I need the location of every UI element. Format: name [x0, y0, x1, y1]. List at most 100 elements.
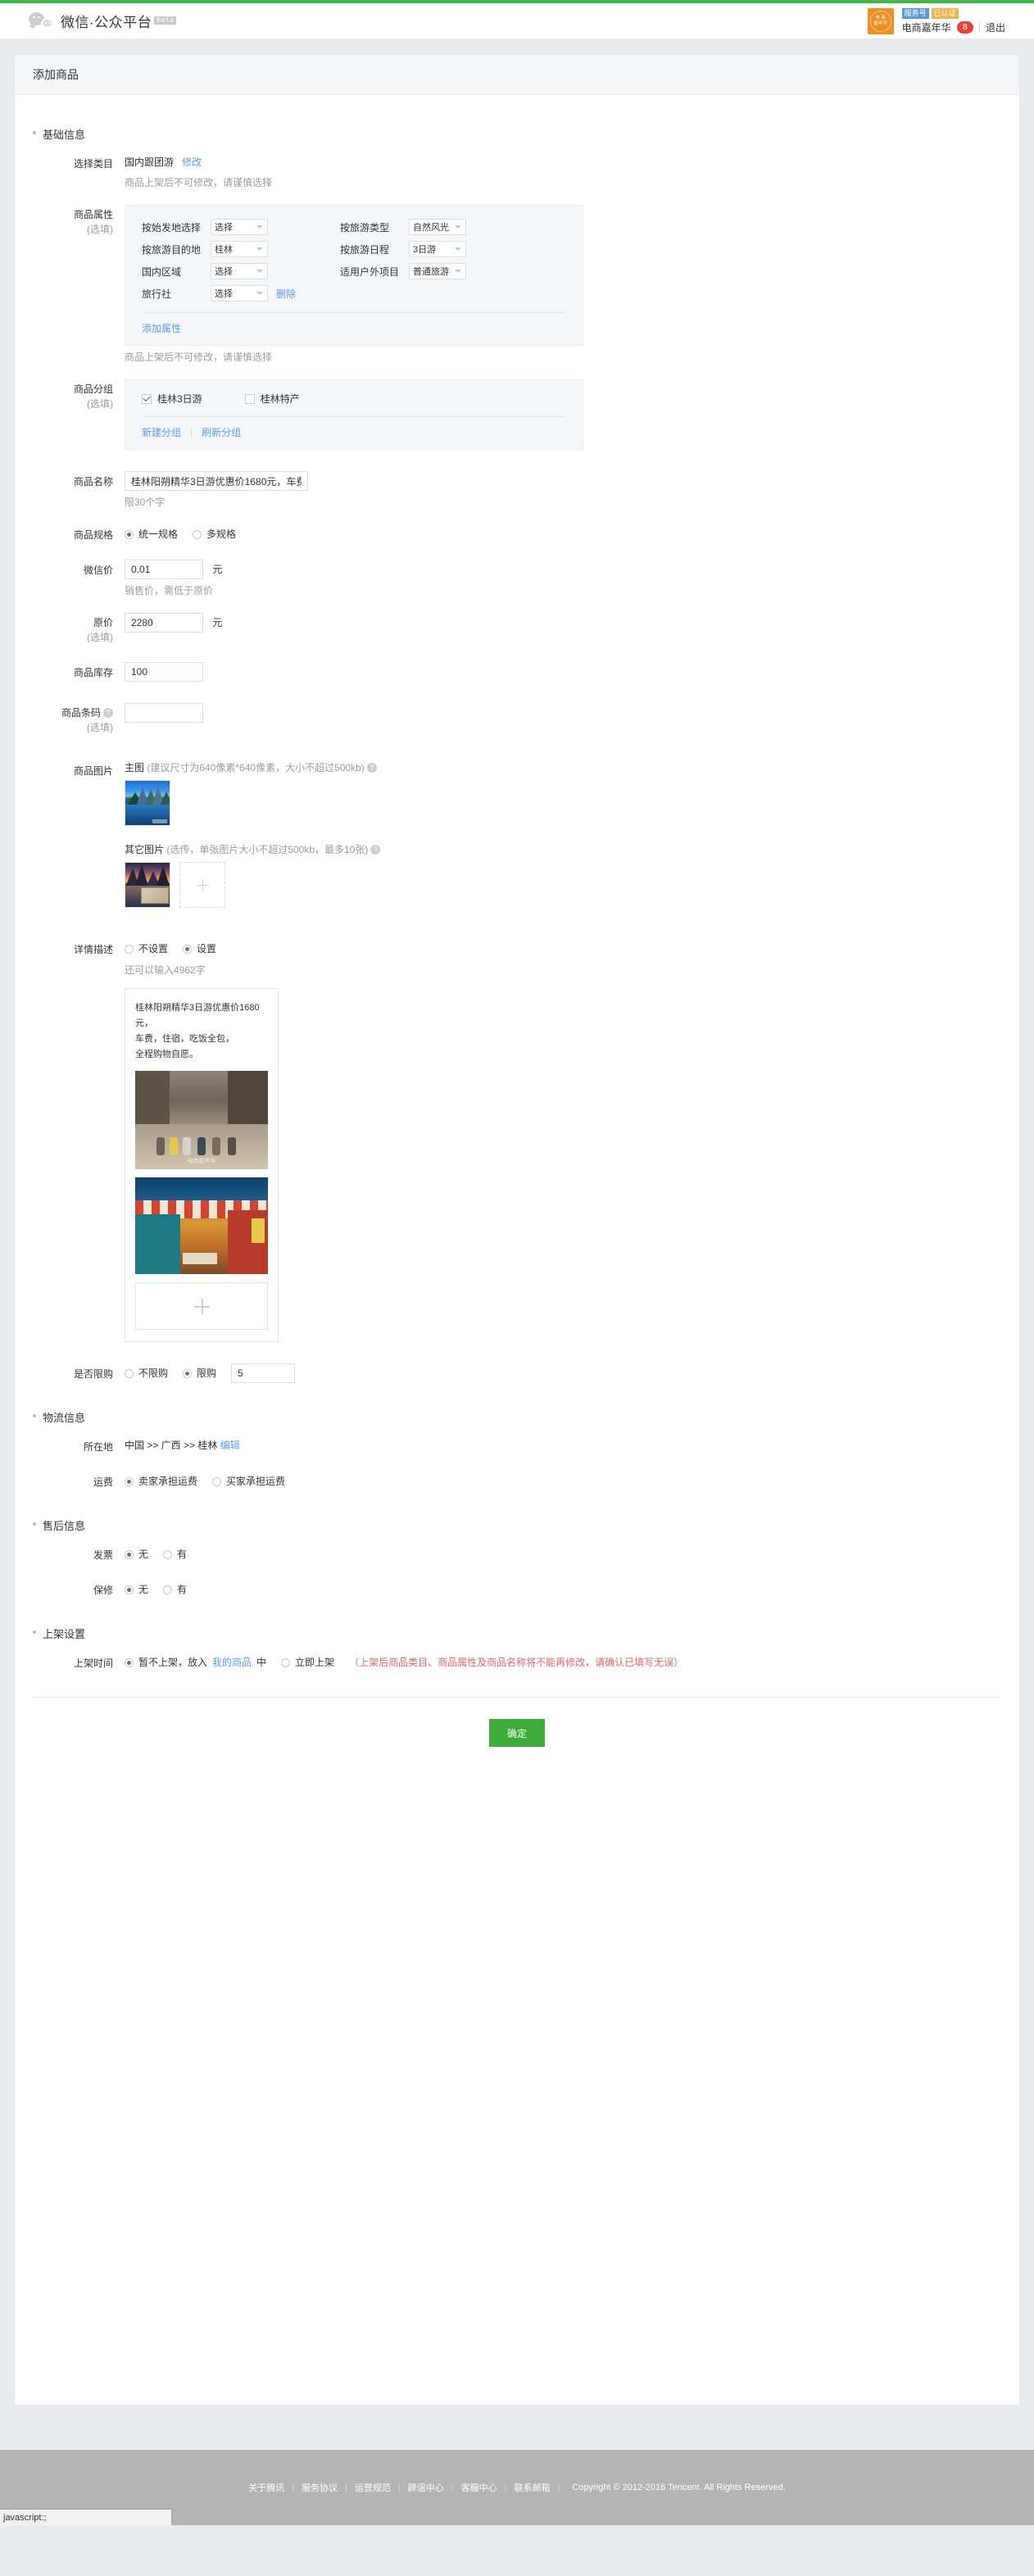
logout-button[interactable]: 退出 [986, 20, 1005, 34]
shipping-radio-seller[interactable]: 卖家承担运费 [125, 1472, 197, 1491]
detail-image-night-market[interactable] [135, 1177, 268, 1274]
group-checkbox-guilin-specialty[interactable]: 桂林特产 [244, 392, 300, 406]
detail-add-image-button[interactable] [135, 1282, 268, 1330]
attribute-select[interactable]: 选择 [211, 285, 268, 302]
field-listing-time: 暂不上架，放入 我的商品中 立即上架 （上架后商品类目、商品属性及商品名称将不能再… [125, 1653, 1001, 1674]
row-detail-description: 详情描述 不设置 设置 还可以输入4962字 桂林阳朔精华3日游优惠价1680元… [33, 939, 1001, 1342]
location-value: 中国 >> 广西 >> 桂林 [125, 1440, 218, 1451]
attributes-hint: 商品上架后不可修改，请谨慎选择 [125, 351, 273, 363]
message-count-badge[interactable]: 8 [956, 20, 973, 34]
radio-icon[interactable] [193, 529, 202, 539]
radio-icon[interactable] [183, 944, 193, 954]
invoice-radio-none[interactable]: 无 [125, 1544, 148, 1564]
radio-icon[interactable] [125, 1585, 134, 1594]
footer-link-rumor-center[interactable]: 辟谣中心 [408, 2481, 444, 2494]
footer-link-rules[interactable]: 运营规范 [355, 2481, 391, 2494]
location-edit-link[interactable]: 编辑 [220, 1440, 240, 1451]
checkbox-icon[interactable] [142, 393, 152, 404]
footer-link-agreement[interactable]: 服务协议 [302, 2481, 338, 2494]
radio-icon[interactable] [125, 529, 134, 539]
attribute-delete-link[interactable]: 删除 [276, 287, 296, 301]
radio-icon[interactable] [125, 1368, 134, 1378]
footer-link-support[interactable]: 客服中心 [461, 2481, 497, 2494]
radio-icon[interactable] [212, 1476, 222, 1486]
site-header: 微信·公众平台 Beta 电 商嘉年华 服务号 已认证 电商嘉年华 8 退出 [0, 3, 1034, 39]
add-attribute-link[interactable]: 添加属性 [142, 323, 181, 334]
help-icon[interactable]: ? [370, 845, 381, 855]
radio-icon[interactable] [163, 1585, 173, 1594]
help-icon[interactable]: ? [103, 708, 113, 718]
label-barcode-text: 商品条码 [61, 707, 101, 719]
warranty-radio-yes[interactable]: 有 [163, 1580, 187, 1599]
warranty-radio-group: 无 有 [125, 1580, 1001, 1599]
detail-radio-off[interactable]: 不设置 [125, 939, 168, 959]
attribute-select[interactable]: 选择 [211, 263, 268, 279]
listing-later-pre: 暂不上架，放入 [138, 1657, 208, 1668]
group-checkbox-guilin3day[interactable]: 桂林3日游 [142, 392, 202, 406]
account-avatar[interactable]: 电 商嘉年华 [867, 7, 894, 34]
field-wechat-price: 元 销售价，需低于原价 [125, 560, 1001, 599]
label-shipping: 运费 [93, 1476, 113, 1488]
radio-icon[interactable] [125, 1476, 134, 1486]
main-image-thumbnail[interactable] [125, 780, 170, 826]
attribute-name: 旅行社 [142, 288, 172, 300]
original-price-input[interactable] [125, 613, 203, 633]
stock-input[interactable] [125, 662, 203, 682]
panel-divider [142, 416, 566, 417]
help-icon[interactable]: ? [366, 763, 377, 773]
radio-icon[interactable] [281, 1658, 291, 1667]
limit-radio-limited[interactable]: 限购 [183, 1363, 216, 1383]
detail-image-street-scene[interactable]: 电商嘉年华 [135, 1071, 268, 1169]
radio-icon[interactable] [183, 1368, 193, 1378]
barcode-input[interactable] [125, 703, 203, 723]
wechat-price-input[interactable] [125, 560, 203, 579]
label-product-name: 商品名称 [73, 476, 113, 488]
label-category: 选择类目 [73, 158, 113, 170]
radio-icon[interactable] [125, 944, 134, 954]
detail-text-line: 车费，住宿，吃饭全包， [135, 1034, 234, 1044]
detail-radio-on[interactable]: 设置 [183, 939, 216, 959]
attribute-select[interactable]: 3日游 [409, 241, 467, 257]
radio-icon[interactable] [163, 1549, 173, 1559]
wechat-logo-icon [29, 11, 53, 31]
attribute-select[interactable]: 普通旅游 [409, 263, 467, 279]
add-image-button[interactable] [179, 862, 225, 908]
new-group-link[interactable]: 新建分组 [142, 425, 181, 439]
attribute-select[interactable]: 选择 [211, 219, 268, 235]
listing-radio-now[interactable]: 立即上架 [281, 1653, 334, 1672]
field-product-name: 限30个字 [125, 471, 1001, 510]
shipping-radio-buyer[interactable]: 买家承担运费 [212, 1472, 285, 1491]
row-listing-time: 上架时间 暂不上架，放入 我的商品中 立即上架 （上架后商品类目、商品属性及商品名… [33, 1653, 1001, 1674]
other-image-thumbnail[interactable] [125, 862, 170, 908]
attribute-select[interactable]: 自然风光 [409, 219, 467, 235]
detail-editor-preview[interactable]: 桂林阳朔精华3日游优惠价1680元， 车费，住宿，吃饭全包， 全程购物自愿。 电… [125, 988, 279, 1342]
confirm-button[interactable]: 确定 [489, 1719, 545, 1747]
main-image-hint: (建议尺寸为640像素*640像素，大小不超过500kb) [147, 762, 365, 773]
footer-copyright: Copyright © 2012-2016 Tencent. All Right… [572, 2483, 786, 2492]
checkbox-icon[interactable] [244, 393, 255, 404]
listing-radio-later[interactable]: 暂不上架，放入 我的商品中 [125, 1653, 266, 1672]
li-river-sunset-image [125, 863, 170, 907]
invoice-radio-yes[interactable]: 有 [163, 1544, 187, 1564]
attribute-select[interactable]: 桂林 [211, 241, 268, 257]
label-group: 商品分组 (选填) [33, 379, 125, 450]
my-products-link[interactable]: 我的商品 [212, 1653, 252, 1672]
product-name-input[interactable] [125, 471, 308, 491]
warranty-radio-none[interactable]: 无 [125, 1580, 148, 1599]
row-purchase-limit: 是否限购 不限购 限购 [33, 1363, 1001, 1385]
footer-link-contact-email[interactable]: 联系邮箱 [514, 2481, 550, 2494]
radio-icon[interactable] [125, 1549, 134, 1559]
category-edit-link[interactable]: 修改 [182, 156, 202, 168]
spec-radio-uniform[interactable]: 统一规格 [125, 524, 178, 544]
spec-radio-multi[interactable]: 多规格 [193, 524, 236, 544]
refresh-group-link[interactable]: 刷新分组 [202, 425, 241, 439]
main-image-title: 主图 [125, 762, 145, 773]
label-attributes-text: 商品属性 [73, 209, 113, 220]
submit-area: 确定 [33, 1698, 1001, 1747]
limit-radio-unlimited[interactable]: 不限购 [125, 1363, 168, 1383]
purchase-limit-input[interactable] [231, 1363, 296, 1383]
brand-logo[interactable]: 微信·公众平台 Beta [29, 11, 177, 31]
field-original-price: 元 [125, 613, 1001, 644]
footer-link-about[interactable]: 关于腾讯 [248, 2481, 284, 2494]
radio-icon[interactable] [125, 1658, 134, 1667]
